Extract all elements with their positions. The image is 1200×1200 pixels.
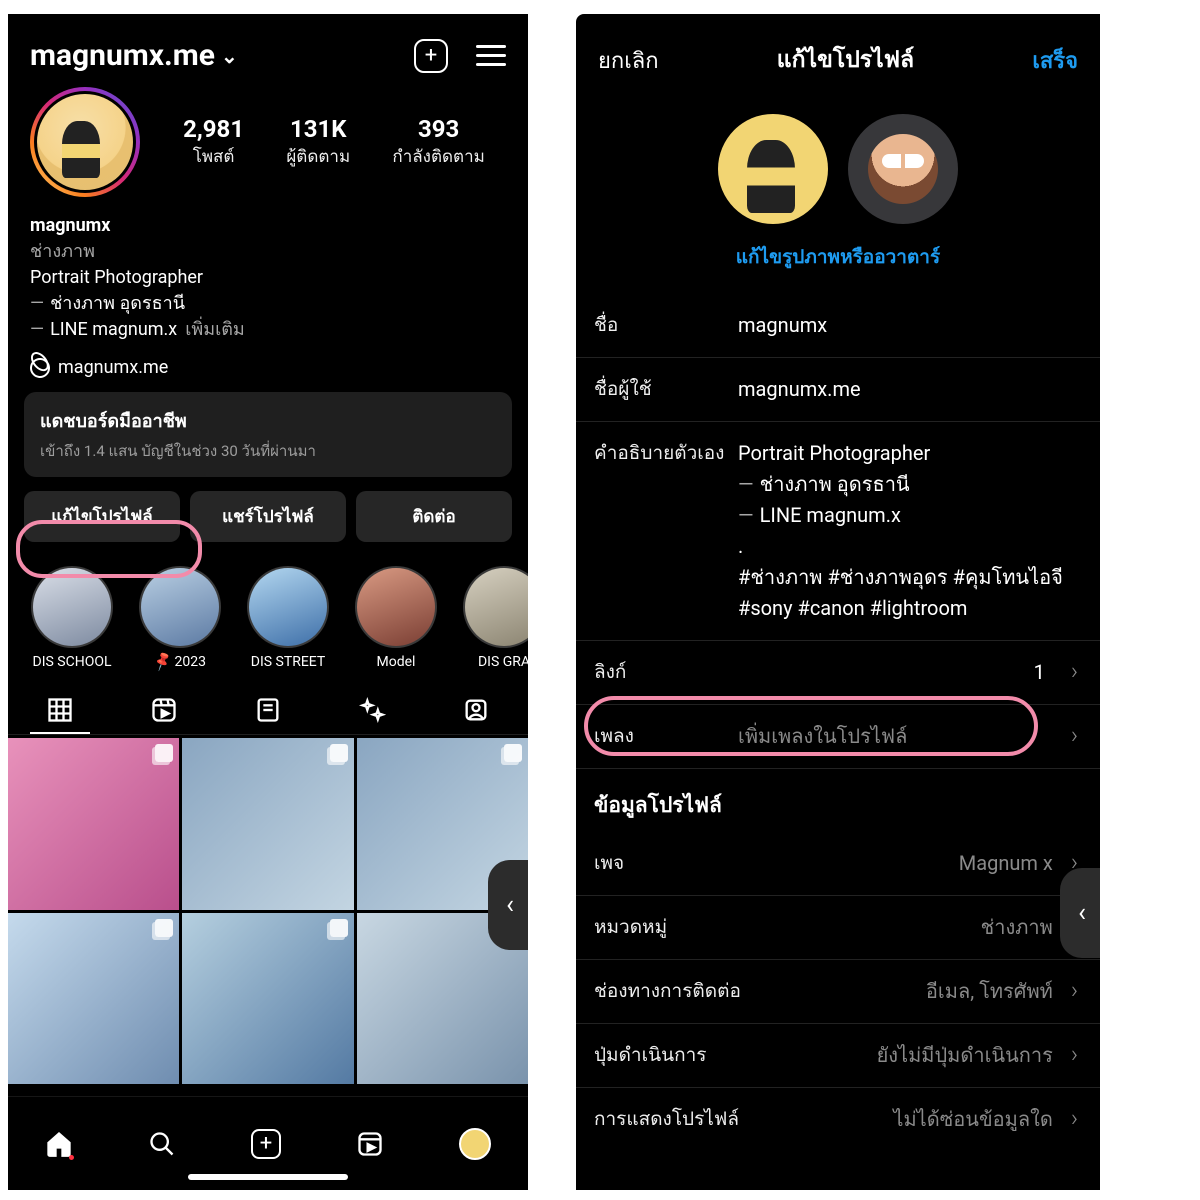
post-thumbnail[interactable] (8, 738, 179, 909)
guides-icon (254, 696, 282, 724)
username: magnumx.me (30, 38, 215, 73)
edit-profile-button[interactable]: แก้ไขโปรไฟล์ (24, 491, 180, 542)
bio-line: LINE magnum.x (50, 319, 177, 340)
post-thumbnail[interactable] (182, 738, 353, 909)
info-action[interactable]: ปุ่มดำเนินการ ยังไม่มีปุ่มดำเนินการ › (576, 1024, 1100, 1088)
edit-profile-screen: ยกเลิก แก้ไขโปรไฟล์ เสร็จ แก้ไขรูปภาพหรื… (576, 14, 1100, 1190)
tab-reels[interactable] (134, 688, 194, 734)
carousel-icon (504, 744, 522, 762)
expand-arrow[interactable]: ‹ (1060, 868, 1100, 958)
avatar (37, 94, 133, 190)
chevron-right-icon: › (1071, 657, 1078, 685)
reels-icon (150, 696, 178, 724)
section-header: ข้อมูลโปรไฟล์ (576, 769, 1100, 832)
pro-dashboard[interactable]: แดชบอร์ดมืออาชีพ เข้าถึง 1.4 แสน บัญชีใน… (24, 392, 512, 477)
grid-icon (46, 696, 74, 724)
username-switcher[interactable]: magnumx.me ⌄ (30, 38, 238, 73)
bio-line: ช่างภาพ อุดรธานี (50, 293, 185, 314)
tab-effects[interactable] (342, 688, 402, 734)
highlight-item[interactable]: DIS SCHOOL (26, 566, 118, 670)
info-display[interactable]: การแสดงโปรไฟล์ ไม่ได้ซ่อนข้อมูลใด › (576, 1088, 1100, 1151)
more-link[interactable]: เพิ่มเติม (185, 319, 245, 340)
field-bio[interactable]: คำอธิบายตัวเอง Portrait Photographer —ช่… (576, 422, 1100, 641)
home-indicator (188, 1174, 348, 1180)
posts-grid (8, 738, 528, 1084)
contact-button[interactable]: ติดต่อ (356, 491, 512, 542)
bio-block: magnumx ช่างภาพ Portrait Photographer —ช… (8, 205, 528, 349)
field-name[interactable]: ชื่อ magnumx (576, 294, 1100, 358)
edit-picture-link[interactable]: แก้ไขรูปภาพหรืออวาตาร์ (576, 232, 1100, 294)
carousel-icon (330, 919, 348, 937)
cancel-button[interactable]: ยกเลิก (598, 43, 659, 78)
done-button[interactable]: เสร็จ (1032, 43, 1078, 78)
stat-followers[interactable]: 131Kผู้ติดตาม (286, 115, 350, 170)
stat-posts[interactable]: 2,981โพสต์ (183, 115, 244, 170)
highlight-item[interactable]: Model (350, 566, 442, 670)
chevron-right-icon: › (1071, 1104, 1078, 1132)
chevron-right-icon: › (1071, 1040, 1078, 1068)
nav-create-button[interactable]: + (251, 1129, 281, 1159)
menu-button[interactable] (476, 45, 506, 66)
expand-arrow[interactable]: ‹ (488, 860, 528, 950)
story-ring[interactable] (30, 87, 140, 197)
avatar-option[interactable] (848, 114, 958, 224)
info-category[interactable]: หมวดหมู่ ช่างภาพ › (576, 896, 1100, 960)
highlight-item[interactable]: 📌2023 (134, 566, 226, 670)
profile-screen: magnumx.me ⌄ + 2,981โพสต์ 131Kผู้ติดตาม … (8, 14, 528, 1190)
display-name: magnumx (30, 213, 506, 239)
chevron-right-icon: › (1071, 721, 1078, 749)
nav-profile-avatar[interactable] (459, 1128, 491, 1160)
carousel-icon (155, 744, 173, 762)
tagged-icon (462, 696, 490, 724)
notification-dot (69, 1155, 74, 1160)
bottom-nav: + (8, 1096, 528, 1190)
stat-following[interactable]: 393กำลังติดตาม (392, 115, 484, 170)
field-links[interactable]: ลิงก์ 1 › (576, 641, 1100, 705)
page-title: แก้ไขโปรไฟล์ (777, 42, 914, 78)
profile-link[interactable]: magnumx.me (8, 349, 528, 392)
info-page[interactable]: เพจ Magnum x › (576, 832, 1100, 896)
field-username[interactable]: ชื่อผู้ใช้ magnumx.me (576, 358, 1100, 422)
chevron-down-icon: ⌄ (221, 44, 238, 68)
carousel-icon (330, 744, 348, 762)
bio-line: Portrait Photographer (30, 265, 506, 291)
post-thumbnail[interactable] (8, 913, 179, 1084)
tab-tagged[interactable] (446, 688, 506, 734)
pin-icon: 📌 (151, 652, 174, 674)
post-thumbnail[interactable] (182, 913, 353, 1084)
home-icon[interactable] (45, 1130, 73, 1158)
share-profile-button[interactable]: แชร์โปรไฟล์ (190, 491, 346, 542)
nav-reels-icon[interactable] (356, 1130, 384, 1158)
tab-guides[interactable] (238, 688, 298, 734)
field-music[interactable]: เพลง เพิ่มเพลงในโปรไฟล์ › (576, 705, 1100, 769)
category: ช่างภาพ (30, 239, 506, 265)
highlight-item[interactable]: DIS GRA (458, 566, 528, 670)
tab-grid[interactable] (30, 688, 90, 734)
info-contact[interactable]: ช่องทางการติดต่อ อีเมล, โทรศัพท์ › (576, 960, 1100, 1024)
chevron-right-icon: › (1071, 976, 1078, 1004)
sparkle-icon (358, 696, 386, 724)
highlight-item[interactable]: DIS STREET (242, 566, 334, 670)
carousel-icon (155, 919, 173, 937)
profile-photo[interactable] (718, 114, 828, 224)
create-button[interactable]: + (414, 39, 448, 73)
plus-icon: + (260, 1133, 272, 1155)
search-icon[interactable] (148, 1130, 176, 1158)
plus-icon: + (425, 45, 437, 67)
link-icon (26, 354, 54, 382)
